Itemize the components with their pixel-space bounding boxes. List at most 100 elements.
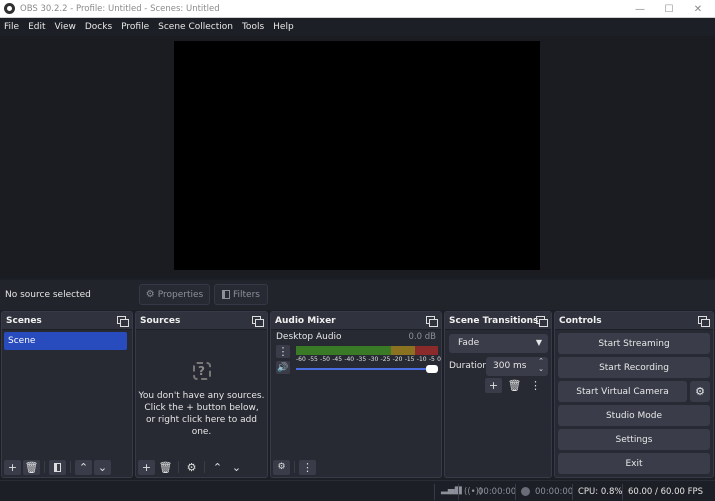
move-source-down-button[interactable]: ⌄ xyxy=(228,460,245,475)
meter-tick-label: -50 xyxy=(320,356,330,363)
mixer-menu-button[interactable]: ⋮ xyxy=(299,459,316,475)
add-transition-button[interactable]: + xyxy=(485,378,502,393)
source-properties-button[interactable]: ⚙ xyxy=(183,460,200,475)
move-source-up-button[interactable]: ⌃ xyxy=(209,460,226,475)
scenes-toolbar: + 🗑 ⌃ ⌄ xyxy=(2,457,132,477)
volume-meter xyxy=(296,346,438,355)
scene-list-item[interactable]: Scene xyxy=(4,332,127,350)
transition-select[interactable]: Fade ▼ xyxy=(449,334,548,353)
exit-button[interactable]: Exit xyxy=(558,453,710,474)
float-dock-icon[interactable] xyxy=(698,316,710,327)
meter-tick-label: -55 xyxy=(308,356,318,363)
menu-tools[interactable]: Tools xyxy=(242,22,264,32)
start-streaming-button[interactable]: Start Streaming xyxy=(558,333,710,354)
studio-mode-button[interactable]: Studio Mode xyxy=(558,405,710,426)
plus-icon: + xyxy=(488,379,499,392)
controls-header: Controls xyxy=(555,312,713,330)
slider-handle[interactable] xyxy=(426,365,438,373)
trash-icon: 🗑 xyxy=(507,379,522,392)
transitions-toolbar: + 🗑 ⋮ xyxy=(485,378,544,393)
move-scene-up-button[interactable]: ⌃ xyxy=(75,459,92,475)
menu-scene-collection[interactable]: Scene Collection xyxy=(158,22,233,32)
properties-button[interactable]: ⚙ Properties xyxy=(139,284,210,305)
gear-icon: ⚙ xyxy=(186,460,197,474)
record-time: 00:00:00 xyxy=(535,487,574,497)
menu-bar: File Edit View Docks Profile Scene Colle… xyxy=(0,18,715,36)
scene-filters-button[interactable] xyxy=(49,459,66,475)
float-dock-icon[interactable] xyxy=(117,316,129,327)
cpu-usage: CPU: 0.8% xyxy=(578,487,623,497)
more-vertical-icon: ⋮ xyxy=(530,379,541,392)
volume-slider[interactable] xyxy=(296,365,438,373)
menu-profile[interactable]: Profile xyxy=(121,22,149,32)
question-icon: ? xyxy=(192,362,211,380)
speaker-icon: 🔊 xyxy=(277,362,289,373)
menu-docks[interactable]: Docks xyxy=(85,22,112,32)
meter-tick-label: -30 xyxy=(368,356,379,363)
sources-toolbar: + 🗑 ⚙ ⌃ ⌄ xyxy=(136,457,267,477)
advanced-audio-button[interactable]: ⚙ xyxy=(273,459,290,475)
float-dock-icon[interactable] xyxy=(252,316,264,327)
move-scene-down-button[interactable]: ⌄ xyxy=(94,459,111,475)
menu-help[interactable]: Help xyxy=(273,22,294,32)
recording-icon xyxy=(521,487,530,496)
divider xyxy=(294,461,295,473)
source-toolbar: No source selected ⚙ Properties Filters xyxy=(0,280,715,310)
close-icon: ✕ xyxy=(693,3,703,15)
duration-spinbox[interactable]: 300 ms ⌃ ⌄ xyxy=(486,357,548,376)
sources-empty-state[interactable]: ? You don't have any sources. Click the … xyxy=(136,362,267,438)
empty-line-1: You don't have any sources. xyxy=(138,391,265,401)
add-scene-button[interactable]: + xyxy=(4,459,21,475)
audio-mixer-header: Audio Mixer xyxy=(271,312,441,330)
minimize-icon: — xyxy=(635,3,645,15)
transitions-header: Scene Transitions xyxy=(445,312,551,330)
mute-button[interactable]: 🔊 xyxy=(276,361,290,374)
dropdown-arrow-icon: ▼ xyxy=(535,338,542,347)
add-source-button[interactable]: + xyxy=(138,459,155,475)
meter-tick-label: -20 xyxy=(392,356,403,363)
channel-menu-button[interactable]: ⋮ xyxy=(276,345,290,358)
remove-scene-button[interactable]: 🗑 xyxy=(23,459,40,475)
gears-icon: ⚙ xyxy=(277,462,286,472)
remove-source-button[interactable]: 🗑 xyxy=(157,460,174,475)
minimize-button[interactable]: — xyxy=(626,0,654,18)
menu-edit[interactable]: Edit xyxy=(28,22,45,32)
settings-button[interactable]: Settings xyxy=(558,429,710,450)
float-dock-icon[interactable] xyxy=(426,316,438,327)
meter-tick-label: -10 xyxy=(416,356,427,363)
divider xyxy=(458,484,459,500)
controls-dock: Controls Start Streaming Start Recording… xyxy=(554,311,714,478)
maximize-icon: ☐ xyxy=(664,3,674,15)
divider xyxy=(178,461,179,473)
meter-tick-label: -35 xyxy=(356,356,367,363)
spin-up-icon[interactable]: ⌃ xyxy=(538,357,544,365)
float-dock-icon[interactable] xyxy=(536,316,548,327)
meter-ticks: -60 -55 -50 -45 -40 -35 -30 -25 -20 -15 -10 -5 0 xyxy=(296,356,441,364)
close-button[interactable]: ✕ xyxy=(684,0,712,18)
virtual-camera-settings-button[interactable]: ⚙ xyxy=(690,381,710,402)
filters-button[interactable]: Filters xyxy=(214,284,268,305)
spin-down-icon[interactable]: ⌄ xyxy=(538,365,544,373)
source-status: No source selected xyxy=(5,290,91,300)
preview-canvas[interactable] xyxy=(174,41,540,270)
meter-tick-label: -40 xyxy=(344,356,355,363)
channel-name: Desktop Audio xyxy=(276,332,342,342)
meter-tick-label: -15 xyxy=(404,356,415,363)
divider xyxy=(70,461,71,473)
start-recording-button[interactable]: Start Recording xyxy=(558,357,710,378)
filter-icon xyxy=(222,290,230,299)
menu-view[interactable]: View xyxy=(55,22,76,32)
scene-transitions-dock: Scene Transitions Fade ▼ Duration 300 ms… xyxy=(444,311,552,478)
channel-level: 0.0 dB xyxy=(408,332,436,342)
empty-line-2: Click the + button below, xyxy=(144,403,259,413)
remove-transition-button[interactable]: 🗑 xyxy=(506,378,523,393)
transition-menu-button[interactable]: ⋮ xyxy=(527,378,544,393)
meter-tick-label: -5 xyxy=(428,356,435,363)
fps-readout: 60.00 / 60.00 FPS xyxy=(628,487,704,497)
filter-icon xyxy=(54,462,61,472)
slider-track xyxy=(296,368,438,370)
maximize-button[interactable]: ☐ xyxy=(655,0,683,18)
menu-file[interactable]: File xyxy=(4,22,19,32)
start-virtual-camera-button[interactable]: Start Virtual Camera xyxy=(558,381,687,402)
plus-icon: + xyxy=(7,460,18,474)
